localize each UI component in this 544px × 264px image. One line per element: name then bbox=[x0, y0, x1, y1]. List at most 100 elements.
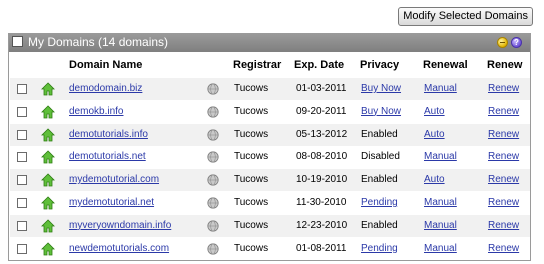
row-checkbox[interactable] bbox=[17, 84, 27, 94]
renewal-link[interactable]: Manual bbox=[424, 197, 457, 208]
registrar-cell: Tucows bbox=[234, 151, 269, 163]
domain-link[interactable]: demodomain.biz bbox=[69, 83, 142, 94]
renew-cell: Renew bbox=[488, 238, 519, 260]
domain-name-cell: demokb.info bbox=[69, 101, 123, 123]
table-row: demokb.info Tucows 09-20-2011 Buy Now Auto Re… bbox=[10, 101, 530, 123]
privacy-link[interactable]: Buy Now bbox=[361, 106, 401, 117]
home-icon[interactable] bbox=[41, 173, 55, 187]
registrar-cell: Tucows bbox=[234, 105, 269, 117]
column-header-renewal[interactable]: Renewal bbox=[423, 59, 468, 71]
table-row: demotutorials.net Tucows 08-08-2010 Disable… bbox=[10, 146, 530, 168]
renewal-link[interactable]: Manual bbox=[424, 220, 457, 231]
privacy-cell: Buy Now bbox=[361, 101, 401, 123]
renewal-link[interactable]: Auto bbox=[424, 129, 445, 140]
renewal-cell: Manual bbox=[424, 192, 457, 214]
renewal-link[interactable]: Auto bbox=[424, 174, 445, 185]
home-icon[interactable] bbox=[41, 242, 55, 256]
renew-cell: Renew bbox=[488, 169, 519, 191]
renewal-cell: Manual bbox=[424, 238, 457, 260]
help-icon[interactable]: ? bbox=[511, 37, 522, 48]
table-row: mydemotutorial.com Tucows 10-19-2010 Enable… bbox=[10, 169, 530, 192]
privacy-link[interactable]: Pending bbox=[361, 197, 398, 208]
renewal-link[interactable]: Manual bbox=[424, 83, 457, 94]
table-row: myveryowndomain.info Tucows 12-23-2010 Enab… bbox=[10, 214, 530, 237]
globe-icon bbox=[207, 174, 219, 186]
renew-link[interactable]: Renew bbox=[488, 220, 519, 231]
column-header-domain-name[interactable]: Domain Name bbox=[69, 59, 142, 71]
renewal-link[interactable]: Manual bbox=[424, 151, 457, 162]
privacy-cell: Enabled bbox=[361, 128, 398, 140]
table-row: demodomain.biz Tucows 01-03-2011 Buy Now Man… bbox=[10, 78, 530, 100]
row-checkbox[interactable] bbox=[17, 129, 27, 140]
top-toolbar: Modify Selected Domains bbox=[0, 0, 544, 32]
row-checkbox[interactable] bbox=[17, 106, 27, 117]
select-all-checkbox[interactable] bbox=[12, 36, 23, 47]
renewal-link[interactable]: Auto bbox=[424, 106, 445, 117]
domain-link[interactable]: demotutorials.info bbox=[69, 129, 148, 140]
domain-link[interactable]: myveryowndomain.info bbox=[69, 220, 171, 231]
row-checkbox[interactable] bbox=[17, 198, 27, 208]
renew-link[interactable]: Renew bbox=[488, 106, 519, 117]
domain-link[interactable]: demokb.info bbox=[69, 106, 123, 117]
column-header-renew[interactable]: Renew bbox=[487, 59, 522, 71]
table-row: mydemotutorial.net Tucows 11-30-2010 Pendin… bbox=[10, 192, 530, 214]
domain-name-cell: demotutorials.info bbox=[69, 124, 148, 146]
home-icon[interactable] bbox=[41, 219, 55, 233]
renew-cell: Renew bbox=[488, 101, 519, 123]
privacy-link[interactable]: Pending bbox=[361, 243, 398, 254]
registrar-cell: Tucows bbox=[234, 174, 269, 186]
domain-name-cell: mydemotutorial.com bbox=[69, 169, 159, 191]
column-header-registrar[interactable]: Registrar bbox=[233, 59, 281, 71]
column-header-privacy[interactable]: Privacy bbox=[360, 59, 399, 71]
renewal-link[interactable]: Manual bbox=[424, 243, 457, 254]
table-row: newdemotutorials.com Tucows 01-08-2011 Pend… bbox=[10, 238, 530, 260]
domain-name-cell: demodomain.biz bbox=[69, 78, 142, 100]
renew-link[interactable]: Renew bbox=[488, 174, 519, 185]
row-checkbox[interactable] bbox=[17, 243, 27, 254]
column-header-exp-date[interactable]: Exp. Date bbox=[294, 59, 344, 71]
privacy-cell: Pending bbox=[361, 192, 398, 214]
exp-date-cell: 08-08-2010 bbox=[296, 151, 348, 163]
exp-date-cell: 05-13-2012 bbox=[296, 128, 348, 140]
registrar-cell: Tucows bbox=[234, 197, 269, 208]
modify-selected-domains-button[interactable]: Modify Selected Domains bbox=[398, 7, 533, 26]
domain-link[interactable]: mydemotutorial.net bbox=[69, 197, 154, 208]
globe-icon bbox=[207, 220, 219, 232]
renew-link[interactable]: Renew bbox=[488, 83, 519, 94]
renew-cell: Renew bbox=[488, 192, 519, 214]
privacy-cell: Buy Now bbox=[361, 78, 401, 100]
exp-date-cell: 01-03-2011 bbox=[296, 83, 347, 94]
privacy-link[interactable]: Buy Now bbox=[361, 83, 401, 94]
row-checkbox[interactable] bbox=[17, 152, 27, 163]
exp-date-cell: 01-08-2011 bbox=[296, 242, 347, 254]
registrar-cell: Tucows bbox=[234, 242, 269, 254]
globe-icon bbox=[207, 83, 219, 95]
minimize-icon[interactable] bbox=[497, 37, 508, 48]
domain-link[interactable]: mydemotutorial.com bbox=[69, 174, 159, 185]
panel-header: My Domains (14 domains) ? bbox=[9, 33, 530, 52]
renewal-cell: Auto bbox=[424, 101, 445, 123]
domain-link[interactable]: demotutorials.net bbox=[69, 151, 146, 162]
row-checkbox[interactable] bbox=[17, 175, 27, 186]
renew-link[interactable]: Renew bbox=[488, 197, 519, 208]
privacy-cell: Pending bbox=[361, 238, 398, 260]
home-icon[interactable] bbox=[41, 150, 55, 164]
home-icon[interactable] bbox=[41, 128, 55, 142]
renew-link[interactable]: Renew bbox=[488, 243, 519, 254]
renew-cell: Renew bbox=[488, 215, 519, 237]
renew-link[interactable]: Renew bbox=[488, 129, 519, 140]
domain-name-cell: mydemotutorial.net bbox=[69, 192, 154, 214]
privacy-cell: Disabled bbox=[361, 151, 400, 163]
renewal-cell: Auto bbox=[424, 169, 445, 191]
globe-icon bbox=[207, 197, 219, 209]
row-checkbox[interactable] bbox=[17, 220, 27, 231]
home-icon[interactable] bbox=[41, 105, 55, 119]
renew-link[interactable]: Renew bbox=[488, 151, 519, 162]
domain-link[interactable]: newdemotutorials.com bbox=[69, 243, 169, 254]
home-icon[interactable] bbox=[41, 196, 55, 210]
renew-cell: Renew bbox=[488, 124, 519, 146]
exp-date-cell: 09-20-2011 bbox=[296, 105, 347, 117]
home-icon[interactable] bbox=[41, 82, 55, 96]
globe-icon bbox=[207, 128, 219, 141]
globe-icon bbox=[207, 242, 219, 255]
